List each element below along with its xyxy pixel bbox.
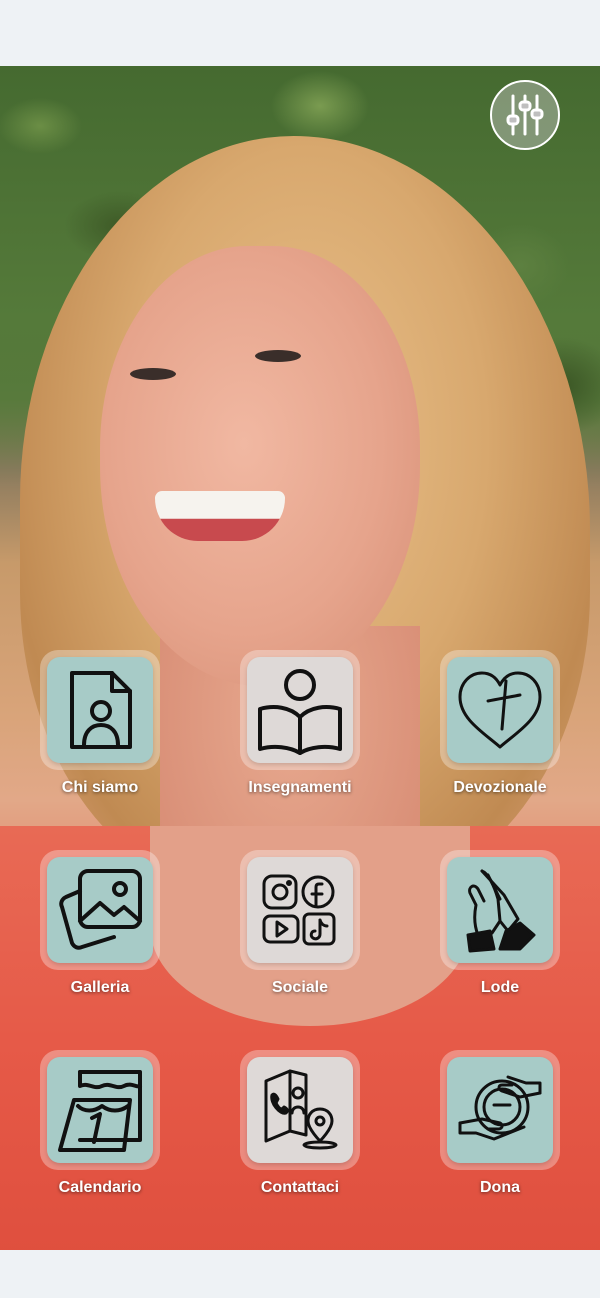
photo-gallery-icon — [54, 865, 146, 955]
tile-insegnamenti-background — [247, 657, 353, 763]
tile-lode[interactable]: Lode — [440, 850, 560, 997]
social-media-icon — [260, 870, 340, 950]
tile-label: Dona — [480, 1179, 520, 1196]
tile-contattaci-background — [247, 1057, 353, 1163]
tile-chi-siamo-background — [47, 657, 153, 763]
tile-lode-background — [447, 857, 553, 963]
tile-calendario-background — [47, 1057, 153, 1163]
tile-sociale[interactable]: Sociale — [240, 850, 360, 997]
tile-contattaci[interactable]: Contattaci — [240, 1050, 360, 1197]
tile-galleria-background — [47, 857, 153, 963]
tile-label: Insegnamenti — [248, 779, 352, 796]
tile-chi-siamo[interactable]: Chi siamo — [40, 650, 160, 797]
tile-label: Lode — [480, 979, 520, 996]
tile-insegnamenti[interactable]: Insegnamenti — [240, 650, 360, 797]
contact-book-icon — [254, 1065, 346, 1155]
tile-devozionale-background — [447, 657, 553, 763]
tile-label: Chi siamo — [61, 779, 139, 796]
heart-cross-icon — [454, 667, 546, 753]
tile-sociale-background — [247, 857, 353, 963]
tile-label: Sociale — [271, 979, 329, 996]
tile-label: Devozionale — [453, 779, 547, 796]
tile-dona[interactable]: Dona — [440, 1050, 560, 1197]
tile-label: Contattaci — [260, 1179, 340, 1196]
calendar-icon — [54, 1066, 146, 1154]
tile-galleria[interactable]: Galleria — [40, 850, 160, 997]
tile-calendario[interactable]: Calendario — [40, 1050, 160, 1197]
person-reading-book-icon — [254, 665, 346, 755]
tile-dona-background — [447, 1057, 553, 1163]
tile-label: Calendario — [58, 1179, 142, 1196]
tile-devozionale[interactable]: Devozionale — [440, 650, 560, 797]
tile-label: Galleria — [70, 979, 130, 996]
profile-document-icon — [60, 667, 140, 753]
donation-hands-icon — [454, 1067, 546, 1153]
praying-hands-icon — [460, 865, 540, 955]
